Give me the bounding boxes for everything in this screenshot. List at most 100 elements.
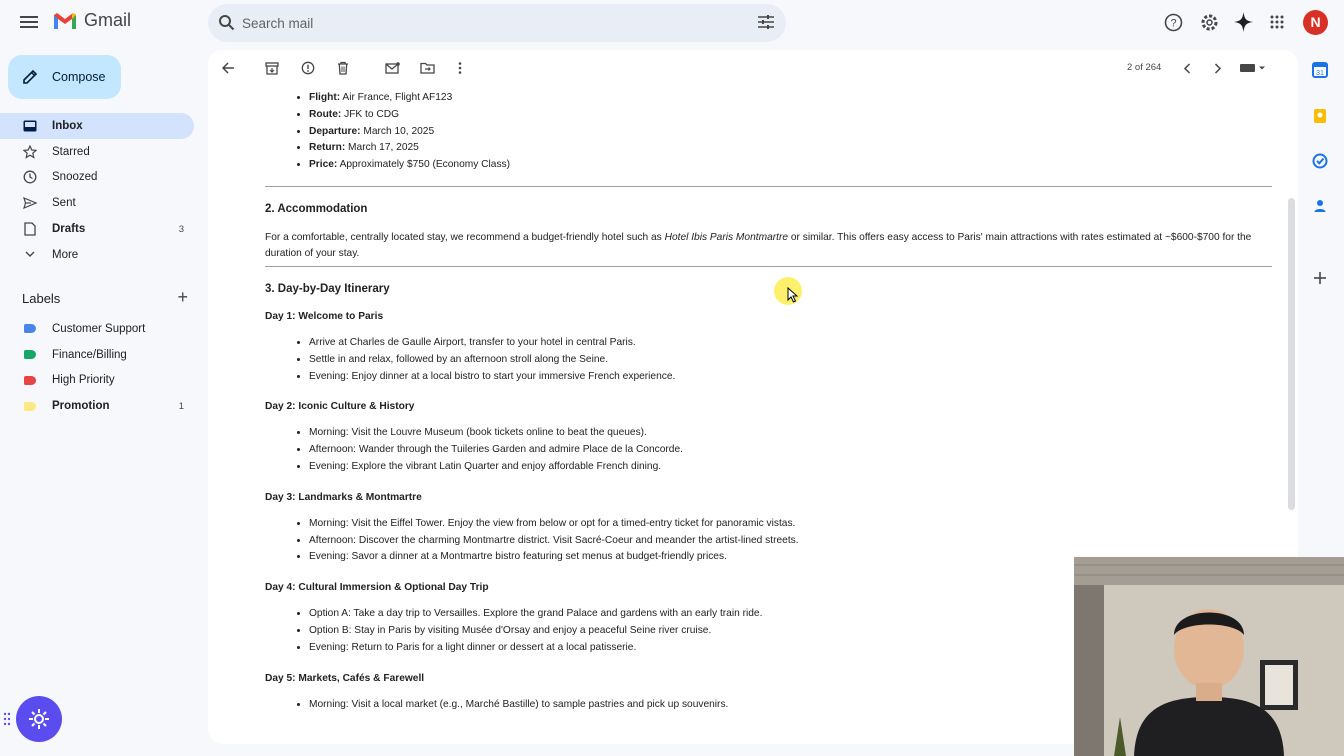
gmail-m-icon — [54, 12, 76, 29]
activity-item: Afternoon: Discover the charming Montmar… — [309, 533, 1272, 550]
inbox-icon — [22, 118, 38, 134]
sidebar-item-drafts[interactable]: Drafts 3 — [0, 216, 194, 242]
tasks-icon[interactable] — [1312, 153, 1328, 169]
label-item-promotion[interactable]: Promotion 1 — [0, 393, 194, 419]
add-label-plus-icon[interactable]: + — [177, 287, 188, 308]
sidebar-item-label: Inbox — [52, 119, 83, 132]
sidebar-item-label: Sent — [52, 197, 76, 210]
gemini-sparkle-icon[interactable] — [1234, 12, 1253, 32]
itinerary-heading: 3. Day-by-Day Itinerary — [265, 282, 390, 295]
label-name: Promotion — [52, 400, 110, 413]
more-vertical-icon[interactable] — [452, 60, 468, 76]
day-activities-list: Arrive at Charles de Gaulle Airport, tra… — [309, 335, 1272, 385]
drafts-count: 3 — [178, 223, 184, 235]
main-menu-icon[interactable] — [20, 13, 38, 31]
labels-list: Customer Support Finance/Billing High Pr… — [0, 316, 200, 419]
pager-text: 2 of 264 — [1127, 62, 1162, 73]
archive-icon[interactable] — [264, 60, 280, 76]
sidebar-item-sent[interactable]: Sent — [0, 190, 194, 216]
move-to-folder-icon[interactable] — [419, 60, 435, 76]
hotel-name: Hotel Ibis Paris Montmartre — [664, 231, 789, 243]
presenter-video-image — [1074, 557, 1344, 756]
day-heading: Day 2: Iconic Culture & History — [265, 401, 415, 413]
sidebar-item-starred[interactable]: Starred — [0, 139, 194, 165]
flight-detail-item: Price: Approximately $750 (Economy Class… — [309, 157, 1272, 174]
sidebar-item-label: Starred — [52, 145, 90, 158]
label-name: High Priority — [52, 374, 115, 387]
labels-header: Labels + — [22, 287, 188, 308]
detail-key: Return: — [309, 142, 346, 154]
detail-value: March 17, 2025 — [345, 142, 419, 154]
day-heading: Day 1: Welcome to Paris — [265, 310, 384, 322]
newer-chevron-left-icon[interactable] — [1179, 60, 1195, 76]
promotion-count: 1 — [178, 400, 184, 412]
webcam-overlay — [1074, 557, 1344, 756]
sidebar-item-inbox[interactable]: Inbox — [0, 113, 194, 139]
assistant-fab-button[interactable] — [16, 696, 62, 742]
calendar-icon[interactable]: 31 — [1312, 62, 1328, 78]
label-name: Finance/Billing — [52, 348, 127, 361]
scrollbar[interactable] — [1288, 198, 1295, 510]
search-input[interactable] — [242, 12, 742, 34]
apps-grid-icon[interactable] — [1270, 15, 1284, 29]
help-icon[interactable]: ? — [1164, 13, 1183, 32]
label-item-customer-support[interactable]: Customer Support — [0, 316, 194, 342]
svg-text:?: ? — [1170, 18, 1176, 30]
detail-key: Price: — [309, 159, 338, 171]
detail-key: Departure: — [309, 125, 361, 137]
sidebar-item-label: Snoozed — [52, 171, 98, 184]
account-avatar[interactable]: N — [1303, 10, 1328, 35]
report-spam-icon[interactable] — [300, 60, 316, 76]
detail-value: JFK to CDG — [341, 108, 400, 120]
label-item-high-priority[interactable]: High Priority — [0, 368, 194, 394]
label-item-finance-billing[interactable]: Finance/Billing — [0, 342, 194, 368]
accommodation-paragraph: For a comfortable, centrally located sta… — [265, 230, 1272, 263]
back-arrow-icon[interactable] — [220, 60, 236, 76]
detail-value: Approximately $750 (Economy Class) — [337, 159, 511, 171]
mouse-pointer-icon — [787, 287, 798, 303]
keep-notes-icon[interactable] — [1312, 108, 1328, 124]
chevron-down-icon — [22, 247, 38, 263]
message-toolbar: 2 of 264 — [208, 50, 1298, 86]
activity-item: Evening: Enjoy dinner at a local bistro … — [309, 369, 1272, 386]
older-chevron-right-icon[interactable] — [1210, 60, 1226, 76]
app-name: Gmail — [84, 10, 132, 30]
sidebar-item-snoozed[interactable]: Snoozed — [0, 165, 194, 191]
activity-item: Morning: Visit the Eiffel Tower. Enjoy t… — [309, 516, 1272, 533]
sidebar-item-label: More — [52, 248, 79, 261]
star-icon — [22, 144, 38, 160]
search-bar — [208, 4, 786, 42]
drag-handle-icon[interactable] — [3, 712, 11, 726]
input-tools-keyboard-icon[interactable] — [1240, 60, 1266, 76]
label-tag-icon — [24, 375, 36, 385]
search-options-icon[interactable] — [758, 15, 774, 29]
activity-item: Afternoon: Wander through the Tuileries … — [309, 442, 1272, 459]
flight-details-list: Flight: Air France, Flight AF123 Route: … — [309, 90, 1272, 174]
compose-button[interactable]: Compose — [8, 55, 121, 99]
activity-item: Settle in and relax, followed by an afte… — [309, 352, 1272, 369]
sidebar-item-more[interactable]: More — [0, 242, 194, 268]
send-icon — [22, 195, 38, 211]
compose-label: Compose — [52, 70, 106, 84]
label-tag-icon — [24, 350, 36, 360]
divider — [265, 265, 1272, 267]
para-text: For a comfortable, centrally located sta… — [265, 231, 665, 243]
top-bar: Gmail ? N — [0, 0, 1344, 46]
mark-unread-icon[interactable] — [384, 60, 400, 76]
detail-key: Route: — [309, 108, 342, 120]
activity-item: Arrive at Charles de Gaulle Airport, tra… — [309, 335, 1272, 352]
add-addon-plus-icon[interactable] — [1312, 270, 1328, 286]
search-icon[interactable] — [218, 14, 235, 31]
label-tag-icon — [24, 324, 36, 334]
settings-gear-icon[interactable] — [1200, 13, 1219, 32]
detail-value: Air France, Flight AF123 — [340, 92, 453, 103]
sidebar-item-label: Drafts — [52, 223, 86, 236]
sidebar-nav: Inbox Starred Snoozed Sent Drafts 3 More — [0, 113, 200, 268]
gmail-logo[interactable]: Gmail — [52, 10, 131, 31]
contacts-icon[interactable] — [1312, 198, 1328, 214]
accommodation-heading: 2. Accommodation — [265, 202, 368, 215]
delete-trash-icon[interactable] — [335, 60, 351, 76]
activity-item: Morning: Visit the Louvre Museum (book t… — [309, 425, 1272, 442]
flight-detail-item: Flight: Air France, Flight AF123 — [309, 90, 1272, 107]
gear-flower-icon — [29, 709, 49, 729]
